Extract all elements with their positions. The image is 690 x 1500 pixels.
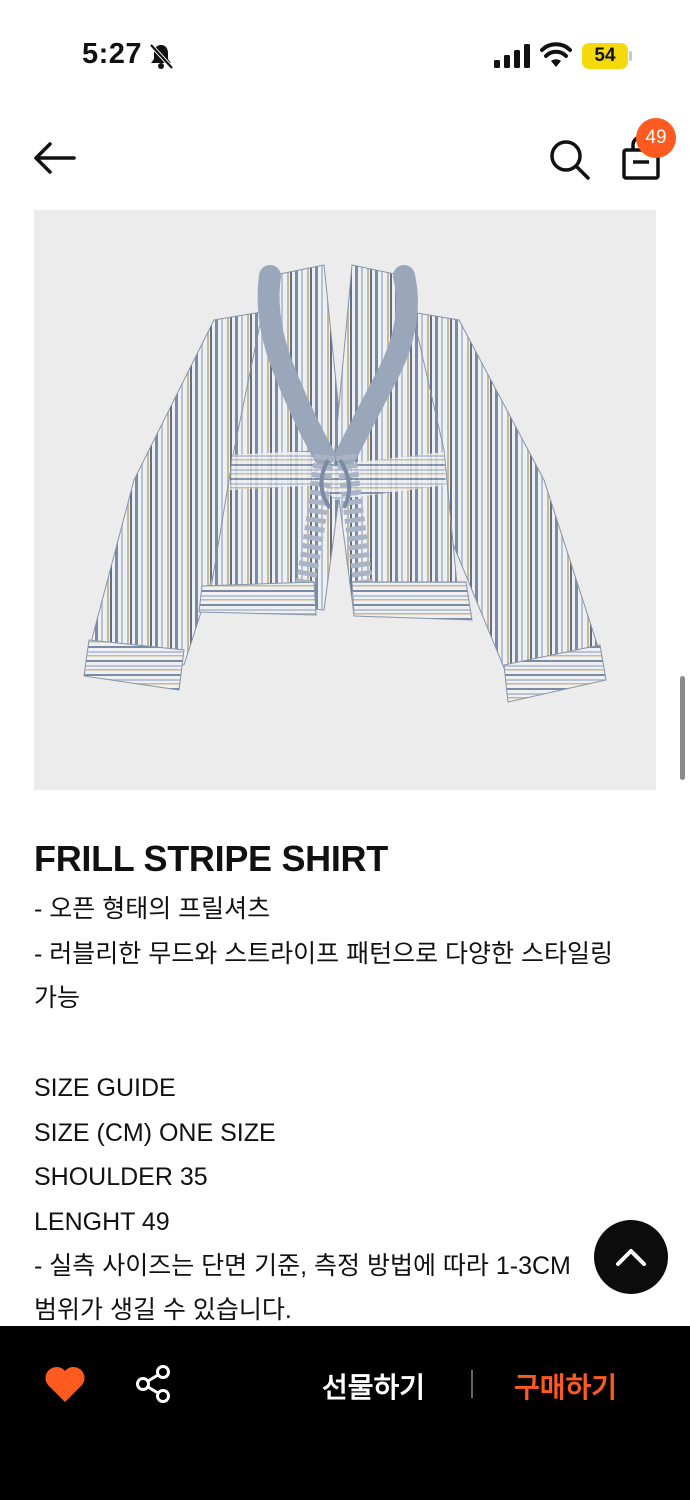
product-image[interactable] bbox=[34, 210, 656, 790]
size-guide-heading: SIZE GUIDE bbox=[34, 1074, 176, 1102]
bottom-action-bar: 선물하기 구매하기 bbox=[0, 1326, 690, 1500]
arrow-left-icon[interactable] bbox=[28, 136, 82, 180]
chevron-up-icon bbox=[616, 1249, 646, 1266]
gift-button[interactable]: 선물하기 bbox=[322, 1366, 425, 1406]
size-info: SIZE (CM) ONE SIZE bbox=[34, 1119, 276, 1147]
status-bar: 5:27 54 bbox=[0, 0, 690, 110]
cart-count-badge: 49 bbox=[636, 118, 676, 158]
size-note: - 실측 사이즈는 단면 기준, 측정 방법에 따라 1-3CM bbox=[34, 1252, 571, 1280]
scroll-to-top-button[interactable] bbox=[594, 1220, 668, 1294]
bell-slash-icon bbox=[149, 43, 174, 70]
shoulder-info: SHOULDER 35 bbox=[34, 1163, 208, 1191]
search-icon[interactable] bbox=[546, 136, 592, 182]
battery-icon: 54 bbox=[582, 43, 628, 69]
divider bbox=[471, 1370, 473, 1398]
length-info: LENGHT 49 bbox=[34, 1208, 170, 1236]
heart-icon[interactable] bbox=[44, 1364, 86, 1404]
share-icon[interactable] bbox=[134, 1364, 172, 1404]
status-time: 5:27 bbox=[82, 38, 143, 70]
size-note: 범위가 생길 수 있습니다. bbox=[34, 1296, 292, 1324]
wifi-icon bbox=[540, 42, 572, 67]
product-title: FRILL STRIPE SHIRT bbox=[34, 838, 388, 879]
description-line: - 오픈 형태의 프릴셔츠 bbox=[34, 895, 271, 923]
description-line: 가능 bbox=[34, 984, 81, 1012]
battery-tip bbox=[629, 51, 632, 61]
scroll-indicator[interactable] bbox=[680, 676, 685, 780]
frill-shirt-illustration bbox=[83, 264, 607, 703]
buy-button[interactable]: 구매하기 bbox=[514, 1366, 617, 1406]
description-line: - 러블리한 무드와 스트라이프 패턴으로 다양한 스타일링 bbox=[34, 940, 614, 968]
cellular-signal-icon bbox=[494, 44, 530, 68]
nav-bar bbox=[0, 110, 690, 206]
